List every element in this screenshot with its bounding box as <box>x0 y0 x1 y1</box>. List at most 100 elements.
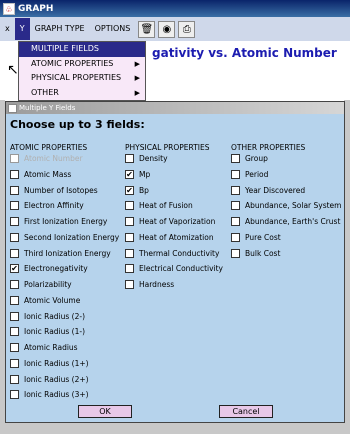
field-label: Heat of Atomization <box>139 232 214 242</box>
checkbox[interactable] <box>10 311 19 321</box>
checkbox[interactable] <box>231 169 240 179</box>
checkbox[interactable] <box>10 201 19 211</box>
field-checkbox-row[interactable]: Ionic Radius (2+) <box>10 374 89 385</box>
field-label: Hardness <box>139 280 175 289</box>
field-label: Ionic Radius (1+) <box>24 358 89 368</box>
field-checkbox-row[interactable]: Bulk Cost <box>231 248 280 259</box>
checkbox[interactable] <box>231 154 240 163</box>
field-checkbox-row[interactable]: ✔ Bp <box>125 185 149 196</box>
checkbox[interactable] <box>125 201 134 211</box>
field-label: Ionic Radius (2-) <box>24 311 86 321</box>
field-checkbox-row[interactable]: Abundance, Solar System <box>231 200 341 211</box>
trash-icon[interactable]: 🗑 <box>138 20 156 38</box>
field-label: Heat of Vaporization <box>139 217 216 226</box>
checkbox[interactable] <box>231 232 240 242</box>
field-checkbox-row[interactable]: ✔ Mp <box>125 169 150 180</box>
field-checkbox-row[interactable]: Ionic Radius (3+) <box>10 389 89 400</box>
checkbox-checked[interactable]: ✔ <box>125 185 134 195</box>
menu-item-physical-properties[interactable]: PHYSICAL PROPERTIES ▶ <box>19 71 145 86</box>
field-checkbox-row[interactable]: Electrical Conductivity <box>125 263 223 274</box>
menu-item-atomic-properties[interactable]: ATOMIC PROPERTIES ▶ <box>19 57 145 72</box>
field-label: Atomic Number <box>24 154 83 163</box>
background-edge <box>0 423 350 434</box>
field-label: Abundance, Solar System <box>245 201 342 211</box>
field-checkbox-row[interactable]: Group <box>231 153 268 164</box>
ok-button[interactable]: OK <box>78 405 132 418</box>
checkbox-checked[interactable]: ✔ <box>125 169 134 179</box>
field-checkbox-row[interactable]: Polarizability <box>10 279 72 290</box>
checkbox[interactable] <box>231 185 240 195</box>
field-label: Atomic Volume <box>24 295 81 305</box>
checkbox[interactable] <box>231 201 240 211</box>
field-checkbox-row[interactable]: Density <box>125 153 168 164</box>
checkbox[interactable] <box>10 232 19 242</box>
checkbox[interactable] <box>10 185 19 195</box>
menu-graph-type[interactable]: GRAPH TYPE <box>30 18 90 40</box>
field-label: Year Discovered <box>245 185 306 195</box>
checkbox-checked[interactable]: ✔ <box>10 264 19 274</box>
field-checkbox-row[interactable]: Second Ionization Energy <box>10 232 119 243</box>
field-checkbox-row[interactable]: Abundance, Earth's Crust <box>231 216 340 227</box>
field-checkbox-row[interactable]: Ionic Radius (2-) <box>10 311 85 322</box>
field-checkbox-row[interactable]: Pure Cost <box>231 232 281 243</box>
field-checkbox-row[interactable]: Atomic Volume <box>10 295 80 306</box>
field-label: Third Ionization Energy <box>24 248 111 258</box>
window-titlebar[interactable]: ♧ GRAPH <box>0 0 350 17</box>
checkbox[interactable] <box>125 248 134 258</box>
field-label: Ionic Radius (2+) <box>24 374 89 384</box>
field-checkbox-row[interactable]: Number of Isotopes <box>10 185 98 196</box>
field-checkbox-row[interactable]: Electron Affinity <box>10 200 84 211</box>
field-checkbox-row[interactable]: Atomic Mass <box>10 169 71 180</box>
y-dropdown-menu: MULTIPLE FIELDS ATOMIC PROPERTIES ▶ PHYSI… <box>18 41 146 101</box>
checkbox[interactable] <box>10 390 19 400</box>
checkbox[interactable] <box>10 248 19 258</box>
checkbox[interactable] <box>125 264 134 274</box>
field-checkbox-row[interactable]: First Ionization Energy <box>10 216 107 227</box>
field-checkbox-row[interactable]: Ionic Radius (1+) <box>10 358 89 369</box>
menu-item-multiple-fields[interactable]: MULTIPLE FIELDS <box>19 42 145 57</box>
dialog-titlebar[interactable]: Multiple Y Fields <box>6 102 344 114</box>
find-icon[interactable]: ◉ <box>158 20 176 38</box>
checkbox[interactable] <box>10 374 19 384</box>
field-checkbox-row[interactable]: Thermal Conductivity <box>125 248 219 259</box>
field-label: Ionic Radius (3+) <box>24 390 89 400</box>
field-checkbox-row[interactable]: ✔ Electronegativity <box>10 263 88 274</box>
field-checkbox-row[interactable]: Period <box>231 169 268 180</box>
submenu-arrow-icon: ▶ <box>134 59 140 68</box>
field-label: Pure Cost <box>245 232 281 242</box>
field-checkbox-row[interactable]: Hardness <box>125 279 174 290</box>
field-label: Mp <box>139 169 151 179</box>
field-checkbox-row[interactable]: Atomic Radius <box>10 342 78 353</box>
cancel-button[interactable]: Cancel <box>219 405 273 418</box>
checkbox[interactable] <box>125 217 134 226</box>
field-checkbox-row[interactable]: Heat of Fusion <box>125 200 193 211</box>
checkbox[interactable] <box>231 217 240 226</box>
field-label: Number of Isotopes <box>24 185 98 195</box>
checkbox[interactable] <box>10 358 19 368</box>
checkbox[interactable] <box>125 280 134 289</box>
checkbox[interactable] <box>125 154 134 163</box>
window-title: GRAPH <box>18 3 54 14</box>
graph-window: ♧ GRAPH x Y GRAPH TYPE OPTIONS 🗑 ◉ ⎙ gat… <box>0 0 350 434</box>
field-checkbox-row[interactable]: Heat of Atomization <box>125 232 214 243</box>
dialog-heading: Choose up to 3 fields: <box>10 118 145 131</box>
field-checkbox-row[interactable]: Heat of Vaporization <box>125 216 215 227</box>
checkbox[interactable] <box>125 232 134 242</box>
field-checkbox-row[interactable]: Year Discovered <box>231 185 305 196</box>
checkbox[interactable] <box>231 248 240 258</box>
field-label: Group <box>245 154 268 163</box>
field-checkbox-row[interactable]: Third Ionization Energy <box>10 248 111 259</box>
close-menu-icon[interactable]: x <box>0 18 15 40</box>
field-label: Electronegativity <box>24 264 88 274</box>
menu-options[interactable]: OPTIONS <box>90 18 136 40</box>
checkbox[interactable] <box>10 295 19 305</box>
print-icon[interactable]: ⎙ <box>178 20 196 38</box>
checkbox[interactable] <box>10 217 19 226</box>
checkbox[interactable] <box>10 327 19 337</box>
menu-y[interactable]: Y <box>14 18 30 40</box>
checkbox[interactable] <box>10 169 19 179</box>
checkbox[interactable] <box>10 343 19 352</box>
menu-item-other[interactable]: OTHER ▶ <box>19 86 145 101</box>
field-checkbox-row[interactable]: Ionic Radius (1-) <box>10 326 85 337</box>
checkbox[interactable] <box>10 280 19 289</box>
